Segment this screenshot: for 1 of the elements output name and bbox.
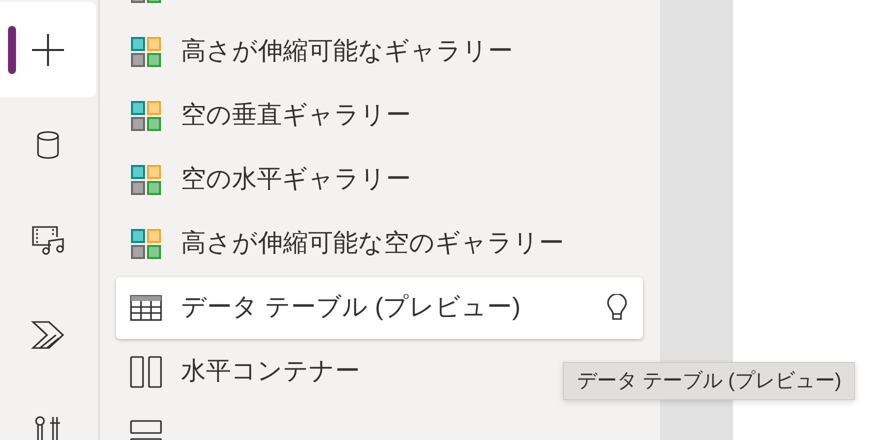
tooltip: データ テーブル (プレビュー) — [563, 362, 856, 400]
